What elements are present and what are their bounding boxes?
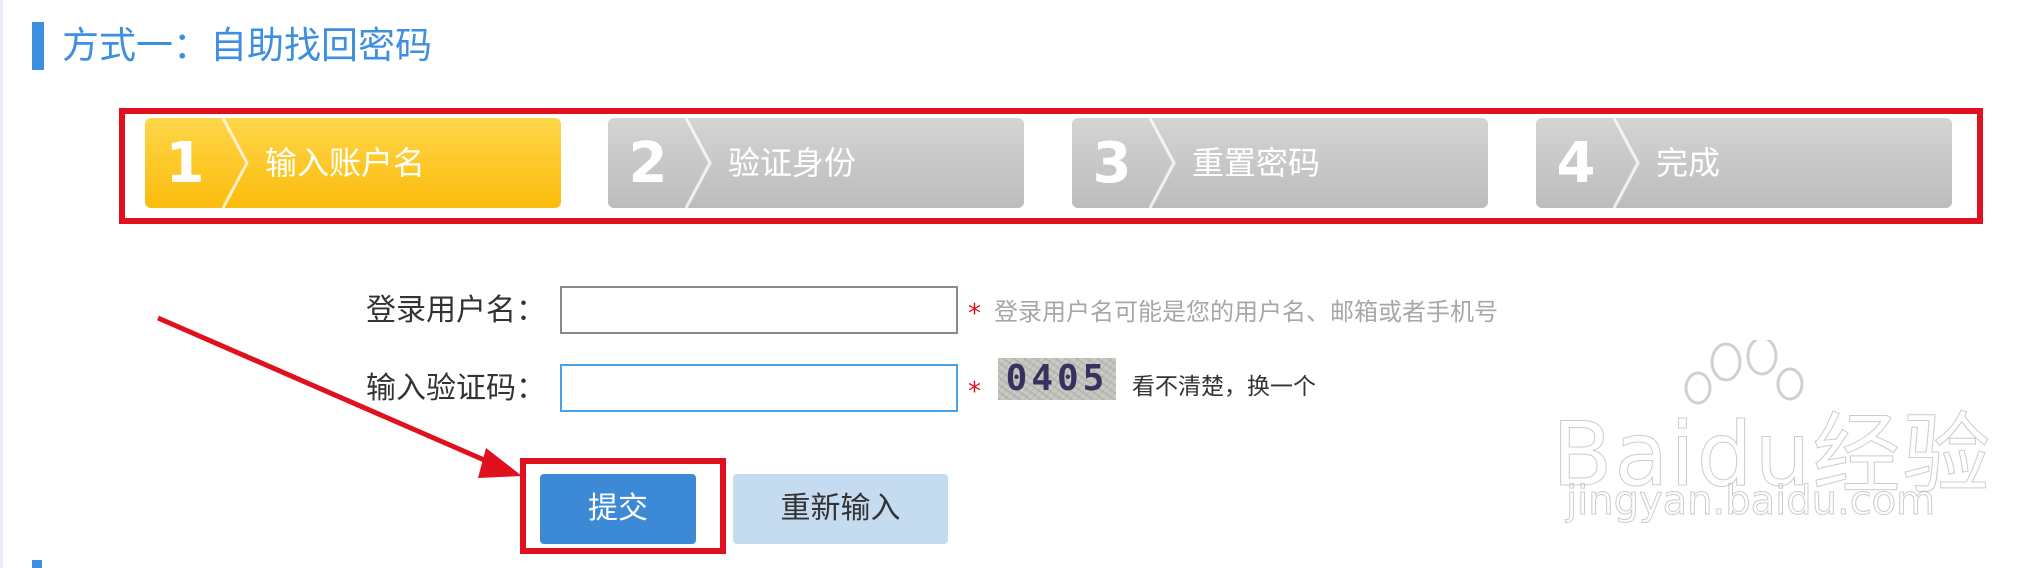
section-accent-bar	[32, 560, 42, 568]
watermark-url: jingyan.baidu.com	[1565, 478, 1936, 525]
